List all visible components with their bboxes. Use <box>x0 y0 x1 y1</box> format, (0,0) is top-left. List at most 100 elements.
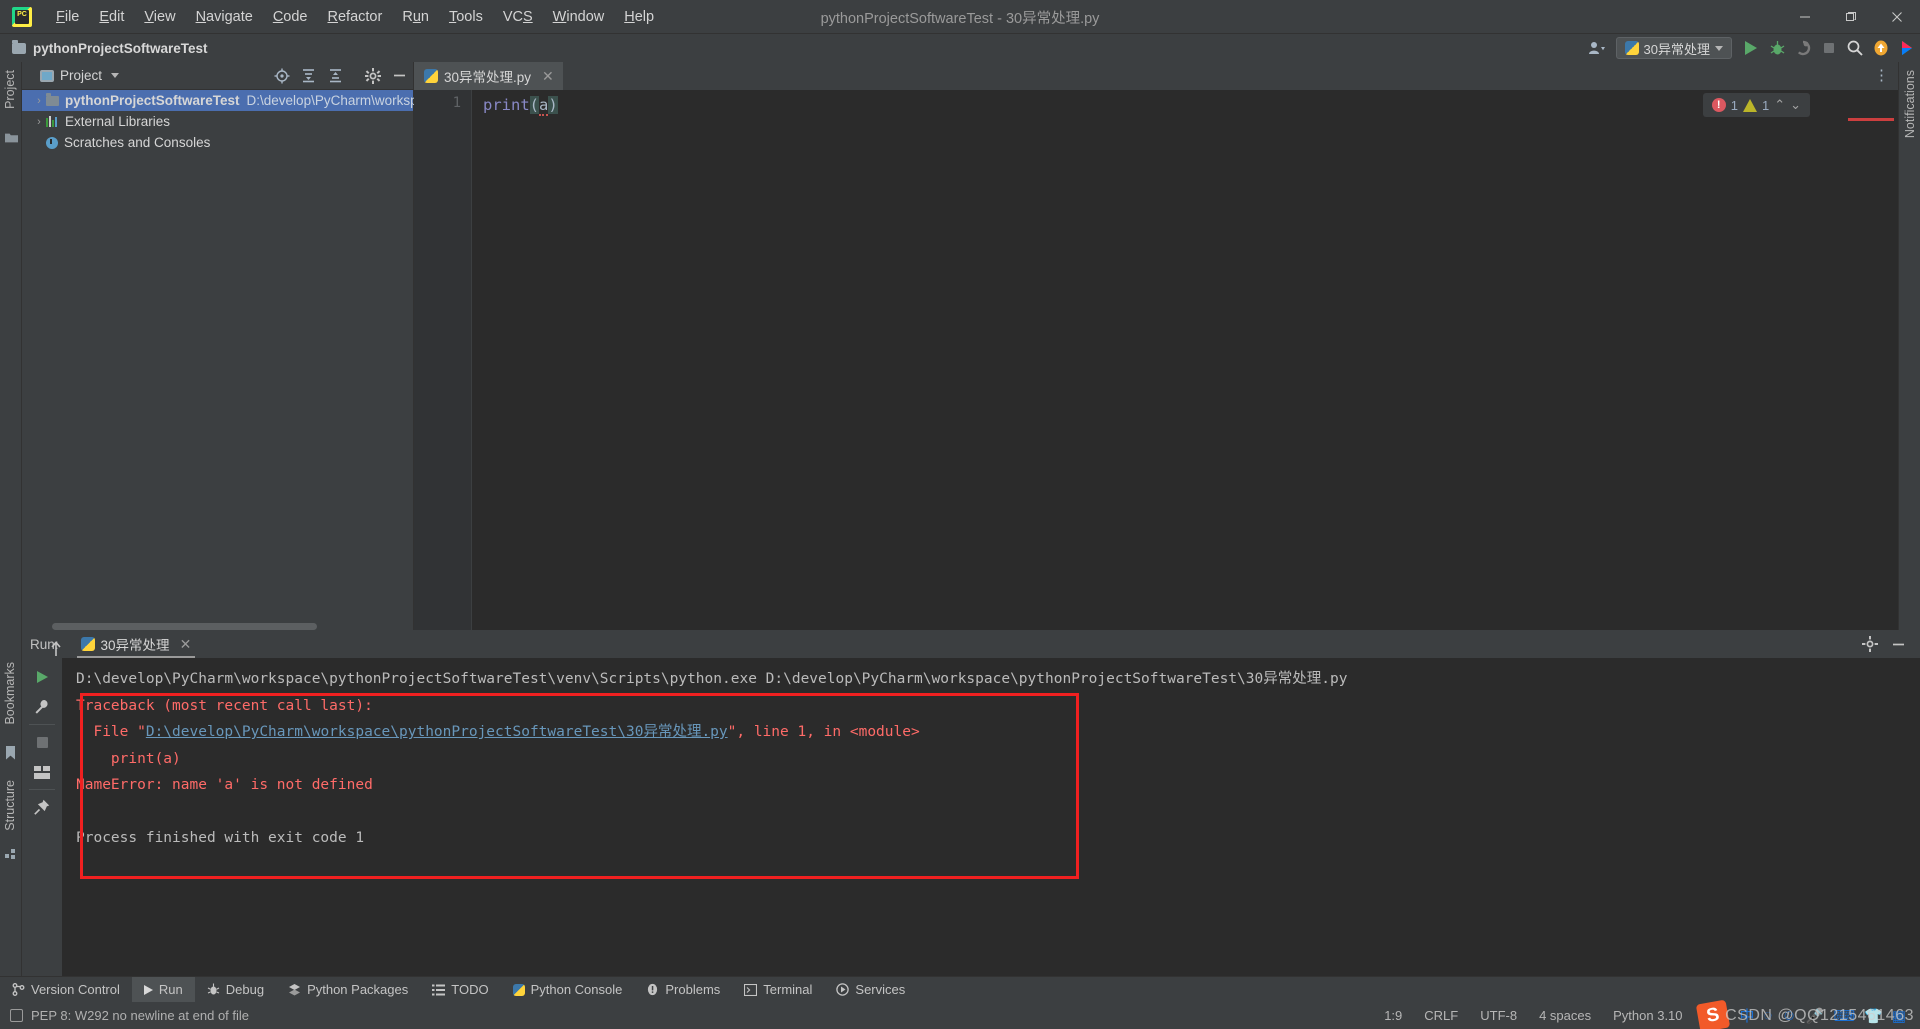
packages-icon <box>289 984 301 996</box>
next-problem-icon[interactable]: ⌄ <box>1790 97 1801 113</box>
ime-keyboard-icon[interactable]: ⌨ <box>1833 1007 1855 1025</box>
previous-problem-icon[interactable]: ⌃ <box>1774 97 1785 113</box>
project-files-icon[interactable] <box>5 130 18 143</box>
caret-position[interactable]: 1:9 <box>1373 1008 1413 1023</box>
minimize-button[interactable] <box>1782 0 1828 34</box>
update-icon[interactable] <box>1868 34 1894 62</box>
collapse-all-icon[interactable] <box>322 62 349 90</box>
menu-tools[interactable]: Tools <box>439 5 493 29</box>
project-panel-toolbar <box>268 62 413 90</box>
error-stripe-marker[interactable] <box>1848 118 1894 121</box>
close-icon[interactable]: ✕ <box>180 636 192 653</box>
locate-icon[interactable] <box>268 62 295 90</box>
tool-window-python-packages[interactable]: Python Packages <box>276 977 420 1003</box>
settings-icon[interactable] <box>1856 630 1883 658</box>
branch-icon <box>12 983 25 996</box>
breadcrumb[interactable]: pythonProjectSoftwareTest <box>33 41 208 56</box>
stop-icon[interactable] <box>1816 34 1842 62</box>
terminal-icon <box>744 983 758 996</box>
expand-all-icon[interactable] <box>295 62 322 90</box>
ime-toolbox-icon[interactable]: ▦ <box>1892 1007 1906 1025</box>
debug-icon[interactable] <box>1764 34 1790 62</box>
menu-file[interactable]: File <box>46 5 89 29</box>
coverage-icon[interactable] <box>1790 34 1816 62</box>
stop-icon[interactable] <box>25 727 59 757</box>
account-icon[interactable] <box>1584 34 1610 62</box>
close-button[interactable] <box>1874 0 1920 34</box>
ime-skin-icon[interactable]: 👕 <box>1864 1007 1883 1025</box>
tree-item-label: pythonProjectSoftwareTest <box>65 93 240 108</box>
menu-help[interactable]: Help <box>614 5 664 29</box>
project-horizontal-scrollbar[interactable] <box>52 623 317 630</box>
rerun-icon[interactable] <box>25 662 59 692</box>
tool-window-version-control[interactable]: Version Control <box>0 977 132 1003</box>
project-panel-title[interactable]: Project <box>60 68 102 83</box>
menu-code[interactable]: Code <box>263 5 318 29</box>
tree-item-external-libraries[interactable]: › External Libraries <box>22 111 413 132</box>
ime-tray[interactable]: 中 ◌ ☺ 🎤 ⌨ 👕 ▦ <box>1732 1005 1914 1026</box>
ime-halfwidth-icon[interactable]: ◌ <box>1764 1007 1773 1024</box>
line-number-gutter: 1 <box>414 90 472 630</box>
todo-icon <box>432 984 446 995</box>
wrench-icon[interactable] <box>25 692 59 722</box>
layout-icon[interactable] <box>25 757 59 787</box>
tool-window-label: TODO <box>451 982 489 997</box>
sidebar-item-structure[interactable]: Structure <box>3 780 17 831</box>
tool-window-python-console[interactable]: Python Console <box>501 977 635 1003</box>
bookmark-icon[interactable] <box>5 746 18 760</box>
line-separator[interactable]: CRLF <box>1413 1008 1469 1023</box>
tree-item-scratches[interactable]: Scratches and Consoles <box>22 132 413 153</box>
close-icon[interactable]: ✕ <box>542 68 554 85</box>
tree-item-project-root[interactable]: › pythonProjectSoftwareTest D:\develop\P… <box>22 90 418 111</box>
inspection-status-badge[interactable]: ! 1 1 ⌃ ⌄ <box>1702 93 1810 117</box>
chevron-right-icon[interactable]: › <box>32 95 46 107</box>
structure-icon[interactable] <box>5 847 18 860</box>
menu-edit[interactable]: Edit <box>89 5 134 29</box>
menu-window[interactable]: Window <box>543 5 615 29</box>
tool-window-debug[interactable]: Debug <box>195 977 276 1003</box>
search-icon[interactable] <box>1842 34 1868 62</box>
project-panel-header: Project <box>22 62 413 90</box>
navbar-actions: 30异常处理 <box>1584 34 1920 62</box>
run-session-tab[interactable]: 30异常处理 ✕ <box>73 632 200 658</box>
ime-voice-icon[interactable]: 🎤 <box>1806 1007 1825 1025</box>
chevron-right-icon[interactable]: › <box>32 116 46 128</box>
editor-tab[interactable]: 30异常处理.py ✕ <box>414 62 563 90</box>
sidebar-item-notifications[interactable]: Notifications <box>1903 70 1917 138</box>
ime-chinese-icon[interactable]: 中 <box>1740 1005 1755 1026</box>
run-console-output[interactable]: D:\develop\PyCharm\workspace\pythonProje… <box>62 658 1920 976</box>
chevron-down-icon[interactable] <box>111 73 120 78</box>
menu-refactor[interactable]: Refactor <box>318 5 393 29</box>
python-interpreter[interactable]: Python 3.10 <box>1602 1008 1693 1023</box>
menu-vcs[interactable]: VCS <box>493 5 543 29</box>
maximize-button[interactable] <box>1828 0 1874 34</box>
sogou-ime-icon[interactable]: S <box>1695 999 1730 1029</box>
hide-panel-icon[interactable] <box>1885 630 1912 658</box>
editor-options-icon[interactable]: ⋮ <box>1865 62 1898 90</box>
run-icon[interactable] <box>1738 34 1764 62</box>
code-content[interactable]: print(a) <box>472 90 1898 630</box>
sidebar-item-project[interactable]: Project <box>3 70 17 109</box>
menu-navigate[interactable]: Navigate <box>186 5 263 29</box>
code-token-print: print <box>483 96 530 114</box>
sidebar-item-bookmarks[interactable]: Bookmarks <box>3 662 17 725</box>
code-editor[interactable]: 1 print(a) <box>414 90 1898 630</box>
hide-panel-icon[interactable] <box>386 62 413 90</box>
tool-window-todo[interactable]: TODO <box>420 977 500 1003</box>
console-file-link[interactable]: D:\develop\PyCharm\workspace\pythonProje… <box>146 724 728 740</box>
tool-window-services[interactable]: Services <box>824 977 917 1003</box>
settings-icon[interactable] <box>359 62 386 90</box>
tool-window-terminal[interactable]: Terminal <box>732 977 824 1003</box>
run-configuration-selector[interactable]: 30异常处理 <box>1615 37 1732 59</box>
pin-icon[interactable] <box>25 792 59 822</box>
tool-window-problems[interactable]: Problems <box>634 977 732 1003</box>
file-encoding[interactable]: UTF-8 <box>1469 1008 1528 1023</box>
tool-window-run[interactable]: Run <box>131 976 195 1003</box>
menu-run[interactable]: Run <box>392 5 439 29</box>
run-panel-header: Run: 30异常处理 ✕ <box>22 630 1920 658</box>
ide-extras-icon[interactable] <box>1894 34 1920 62</box>
indent-setting[interactable]: 4 spaces <box>1528 1008 1602 1023</box>
menu-view[interactable]: View <box>134 5 185 29</box>
ime-emoji-icon[interactable]: ☺ <box>1781 1007 1796 1024</box>
tool-window-label: Run <box>158 982 183 997</box>
